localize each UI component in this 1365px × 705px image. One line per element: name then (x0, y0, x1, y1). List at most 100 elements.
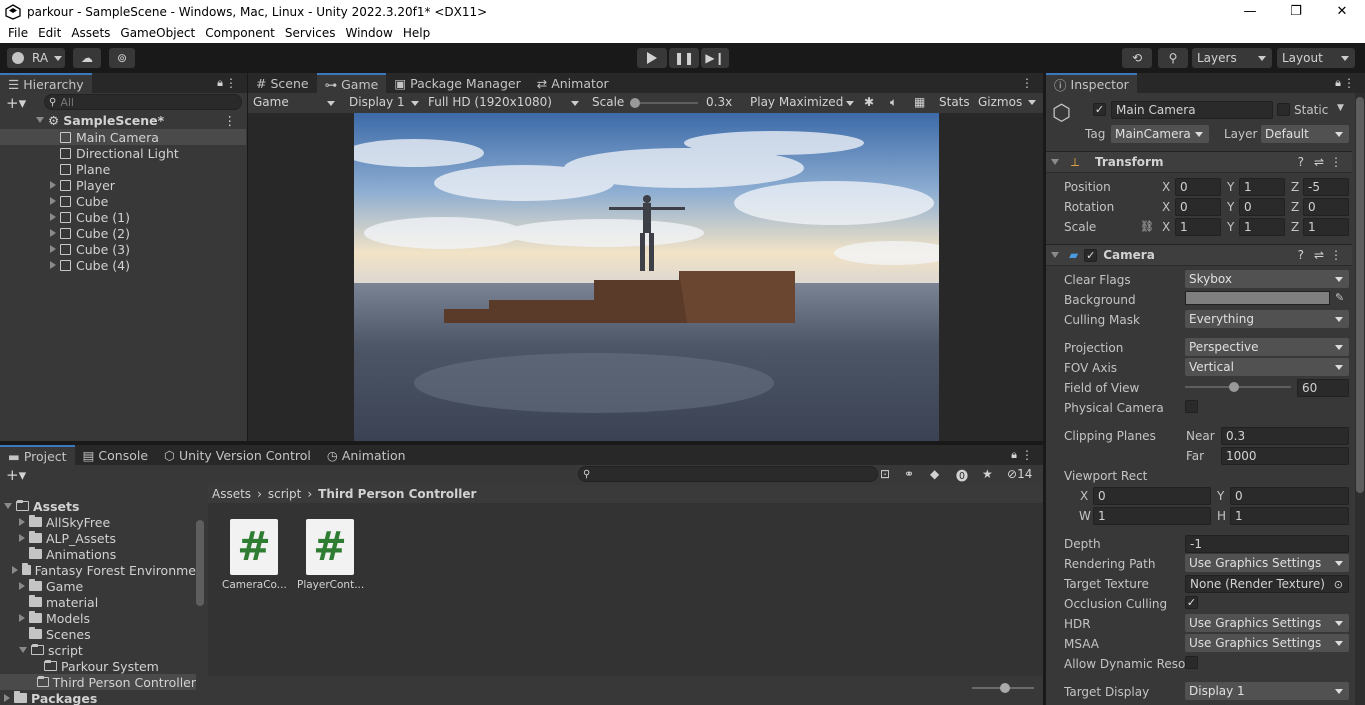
collab-icon[interactable]: ⊚ (109, 48, 135, 68)
menu-help[interactable]: Help (403, 26, 430, 40)
help-icon[interactable]: ? (1298, 155, 1304, 169)
cloud-icon[interactable]: ☁ (73, 48, 101, 68)
x-axis-label[interactable]: X (1162, 180, 1170, 194)
display-dropdown[interactable]: Display 1 (349, 95, 421, 111)
project-tree-item[interactable]: Packages (0, 690, 196, 705)
expand-arrow-icon[interactable] (19, 534, 25, 542)
transform-header[interactable]: ⟂ Transform ? ⇌ ⋮ (1046, 151, 1352, 173)
scale-z-input[interactable]: 1 (1303, 218, 1349, 236)
y-axis-label[interactable]: Y (1227, 220, 1234, 234)
background-color-swatch[interactable] (1185, 291, 1330, 305)
add-icon[interactable]: +▾ (6, 94, 26, 112)
hierarchy-item[interactable]: Cube (3) (0, 241, 246, 257)
gizmos-button[interactable]: Gizmos (978, 95, 1022, 109)
active-checkbox[interactable]: ✓ (1093, 103, 1106, 116)
msaa-dropdown[interactable]: Use Graphics Settings (1185, 634, 1349, 652)
fov-slider[interactable] (1185, 382, 1291, 392)
audio-icon[interactable]: 🔈︎ (890, 95, 897, 110)
tab-project[interactable]: ▬ Project (0, 445, 75, 465)
depth-input[interactable]: -1 (1185, 535, 1349, 553)
tab-inspector[interactable]: ⓘ Inspector (1046, 73, 1137, 93)
target-texture-field[interactable]: None (Render Texture) ⊙ (1185, 575, 1349, 593)
project-tree-item[interactable]: ALP_Assets (0, 530, 196, 546)
project-tree-item[interactable]: Fantasy Forest Environme (0, 562, 196, 578)
hierarchy-item[interactable]: Plane (0, 161, 246, 177)
rendering-path-dropdown[interactable]: Use Graphics Settings (1185, 554, 1349, 572)
static-dropdown-icon[interactable]: ▼ (1337, 103, 1344, 113)
object-name-input[interactable]: Main Camera (1111, 101, 1273, 119)
projection-dropdown[interactable]: Perspective (1185, 338, 1349, 356)
close-button[interactable]: ✕ (1319, 0, 1365, 23)
hierarchy-item[interactable]: Cube (0, 193, 246, 209)
expand-arrow-icon[interactable] (50, 245, 56, 253)
favorite-icon[interactable]: ★ (982, 467, 993, 481)
constrain-proportions-icon[interactable]: ⛓ (1140, 220, 1154, 233)
tab-hierarchy[interactable]: ☰ Hierarchy (0, 73, 92, 93)
tab-package-manager[interactable]: ▣ Package Manager (386, 73, 528, 93)
breadcrumb-current[interactable]: Third Person Controller (318, 487, 476, 501)
hierarchy-item[interactable]: Player (0, 177, 246, 193)
position-z-input[interactable]: -5 (1303, 178, 1349, 196)
camera-enabled-checkbox[interactable]: ✓ (1084, 248, 1098, 262)
culling-mask-dropdown[interactable]: Everything (1185, 310, 1349, 328)
more-menu-icon[interactable]: ⋮ (1021, 76, 1033, 90)
rotation-x-input[interactable]: 0 (1175, 198, 1221, 216)
occlusion-culling-checkbox[interactable]: ✓ (1185, 596, 1198, 609)
stats-button[interactable]: Stats (939, 95, 970, 109)
file-item[interactable]: # CameraCo... (222, 519, 287, 593)
expand-arrow-icon[interactable] (19, 614, 25, 622)
tag-dropdown[interactable]: MainCamera (1111, 125, 1209, 143)
component-more-icon[interactable]: ⋮ (1330, 155, 1342, 169)
eyedropper-icon[interactable]: ✎ (1335, 291, 1344, 304)
y-axis-label[interactable]: Y (1227, 180, 1234, 194)
breadcrumb-assets[interactable]: Assets (212, 487, 251, 501)
viewport-y-input[interactable]: 0 (1230, 487, 1349, 505)
z-axis-label[interactable]: Z (1291, 220, 1299, 234)
scene-row[interactable]: ⚙ SampleScene* ⋮ (0, 112, 246, 128)
bug-icon[interactable]: ✱ (864, 95, 874, 109)
expand-arrow-icon[interactable] (50, 261, 56, 269)
fov-input[interactable]: 60 (1297, 379, 1349, 397)
scale-y-input[interactable]: 1 (1239, 218, 1285, 236)
project-tree-item[interactable]: Third Person Controller (0, 674, 196, 690)
more-menu-icon[interactable]: ⋮ (1021, 448, 1033, 462)
inspector-scrollbar[interactable] (1355, 93, 1365, 705)
viewport-h-input[interactable]: 1 (1230, 507, 1349, 525)
z-axis-label[interactable]: Z (1291, 200, 1299, 214)
warning-icon[interactable]: ⓿ (956, 467, 968, 484)
search-scope-icon[interactable]: ⊡ (880, 467, 890, 481)
hierarchy-item[interactable]: Cube (2) (0, 225, 246, 241)
z-axis-label[interactable]: Z (1291, 180, 1299, 194)
rotation-y-input[interactable]: 0 (1239, 198, 1285, 216)
icon-size-slider[interactable] (972, 683, 1034, 693)
position-y-input[interactable]: 1 (1239, 178, 1285, 196)
allow-dynamic-resolution-checkbox[interactable] (1185, 656, 1198, 669)
settings-sliders-icon[interactable]: ⇌ (1314, 248, 1324, 262)
project-tree-item[interactable]: script (0, 642, 196, 658)
project-search-input[interactable]: ⚲ (578, 466, 878, 482)
step-button[interactable]: ▶❙ (701, 48, 729, 68)
project-tree-item[interactable]: Parkour System (0, 658, 196, 674)
minimize-button[interactable]: — (1227, 0, 1273, 23)
game-viewport[interactable] (354, 113, 939, 441)
tab-scene[interactable]: # Scene (248, 73, 317, 93)
viewport-w-input[interactable]: 1 (1093, 507, 1211, 525)
position-x-input[interactable]: 0 (1175, 178, 1221, 196)
expand-arrow-icon[interactable] (50, 181, 56, 189)
tab-game[interactable]: ⊶ Game (316, 73, 387, 93)
hierarchy-item[interactable]: Cube (1) (0, 209, 246, 225)
scale-x-input[interactable]: 1 (1175, 218, 1221, 236)
clear-flags-dropdown[interactable]: Skybox (1185, 270, 1349, 288)
more-menu-icon[interactable]: ⋮ (1343, 76, 1355, 90)
layers-dropdown[interactable]: Layers (1192, 48, 1272, 68)
menu-services[interactable]: Services (285, 26, 336, 40)
project-tree-item[interactable]: Game (0, 578, 196, 594)
lock-icon[interactable]: 🔒︎ (217, 76, 223, 90)
more-menu-icon[interactable]: ⋮ (225, 76, 237, 90)
project-tree-item[interactable]: material (0, 594, 196, 610)
expand-arrow-icon[interactable] (19, 647, 27, 653)
hidden-packages-icon[interactable]: ⊘14 (1007, 467, 1032, 481)
expand-arrow-icon[interactable] (12, 566, 19, 574)
x-axis-label[interactable]: X (1162, 200, 1170, 214)
lock-icon[interactable]: 🔒︎ (1011, 448, 1017, 462)
